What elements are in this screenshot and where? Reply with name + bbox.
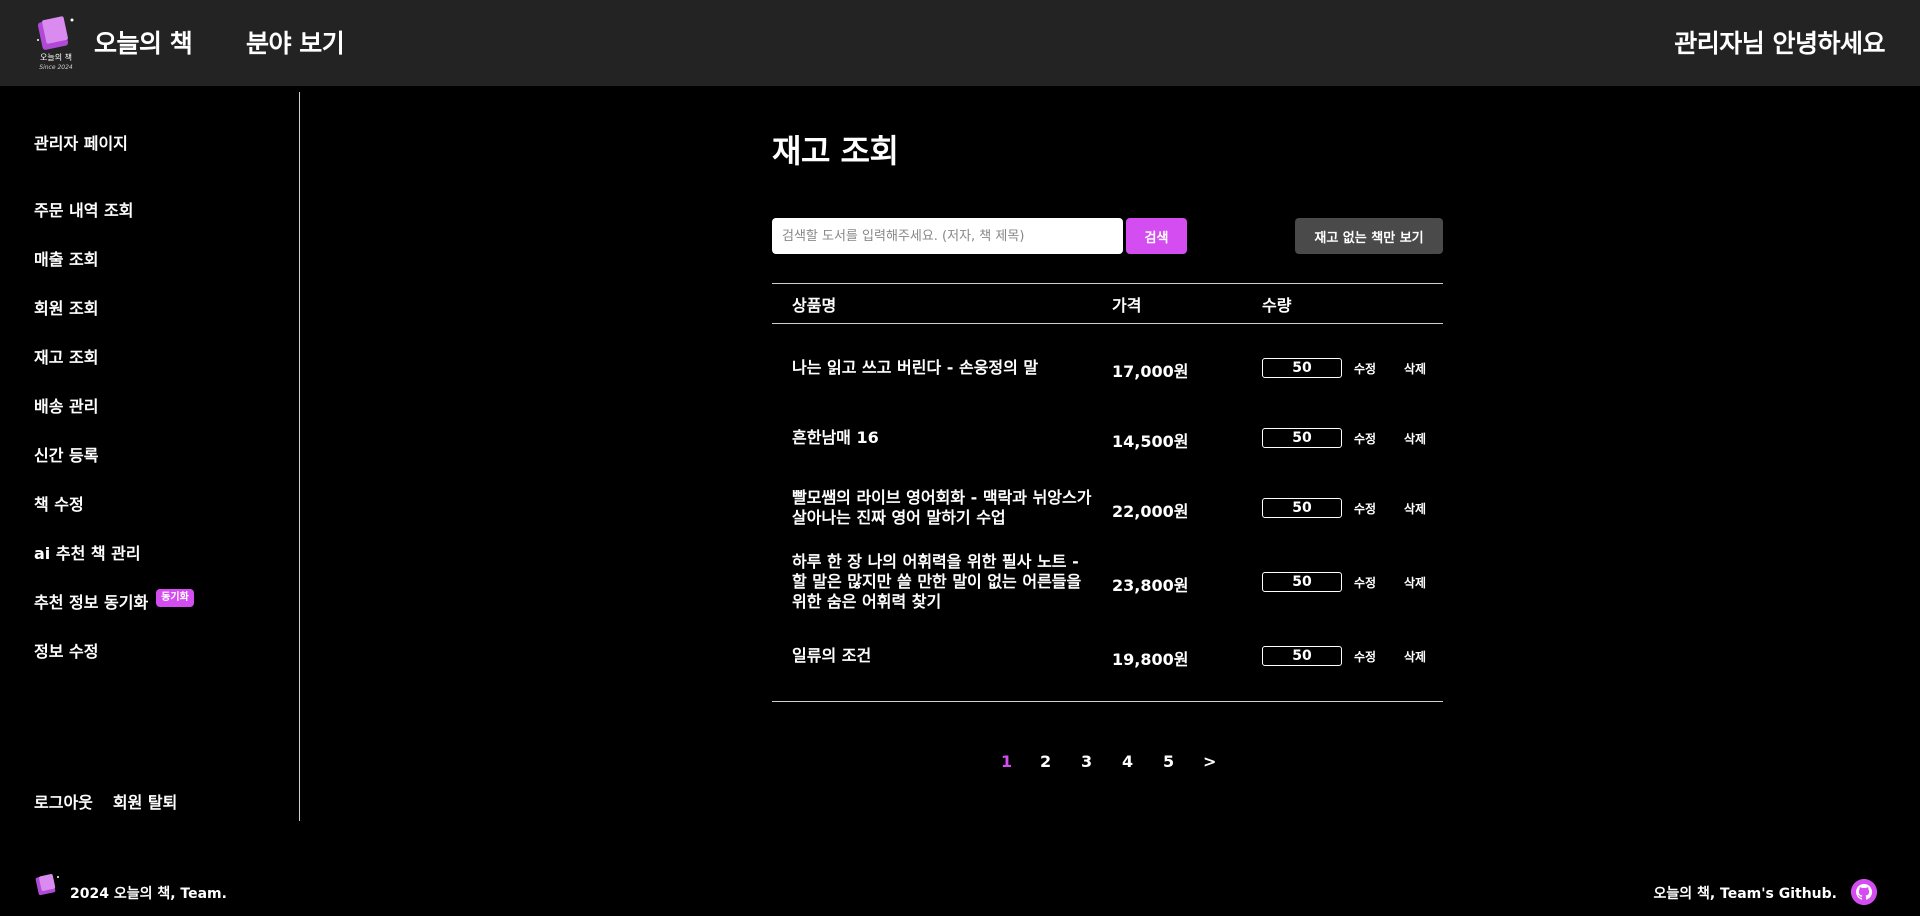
book-logo-icon [35, 874, 59, 896]
edit-button[interactable]: 수정 [1354, 500, 1376, 517]
footer-copyright: 2024 오늘의 책, Team. [70, 886, 227, 902]
book-title: 일류의 조건 [792, 646, 872, 665]
delete-button[interactable]: 삭제 [1404, 648, 1426, 665]
footer-github-link[interactable]: 오늘의 책, Team's Github. [1653, 883, 1837, 903]
table-row: 나는 읽고 쓰고 버린다 - 손웅정의 말 17,000원 수정 삭제 [772, 358, 1443, 382]
book-price: 14,500원 [1112, 432, 1189, 451]
edit-button[interactable]: 수정 [1354, 360, 1376, 377]
sidebar-item-edit-book[interactable]: 책 수정 [34, 491, 194, 540]
sidebar-bottom-links: 로그아웃 회원 탈퇴 [34, 789, 177, 813]
sidebar-item-label[interactable]: 정보 수정 [34, 638, 98, 662]
page-button-2[interactable]: 2 [1040, 752, 1051, 771]
sidebar-item-members[interactable]: 회원 조회 [34, 295, 194, 344]
edit-button[interactable]: 수정 [1354, 574, 1376, 591]
book-title: 나는 읽고 쓰고 버린다 - 손웅정의 말 [792, 358, 1039, 377]
book-title: 하루 한 장 나의 어휘력을 위한 필사 노트 - 할 말은 많지만 쓸 만한 … [792, 552, 1082, 611]
sidebar-item-label[interactable]: ai 추천 책 관리 [34, 540, 141, 564]
quantity-input[interactable] [1262, 498, 1342, 518]
book-price: 23,800원 [1112, 576, 1189, 595]
sidebar-item-label[interactable]: 회원 조회 [34, 295, 98, 319]
sidebar: 관리자 페이지 주문 내역 조회 매출 조회 회원 조회 재고 조회 배송 관리… [0, 92, 300, 821]
table-row: 일류의 조건 19,800원 수정 삭제 [772, 646, 1443, 670]
table-header-divider [772, 323, 1443, 324]
nav-genre-link[interactable]: 분야 보기 [246, 24, 345, 60]
quantity-input[interactable] [1262, 428, 1342, 448]
sidebar-item-label[interactable]: 신간 등록 [34, 442, 98, 466]
book-price: 19,800원 [1112, 650, 1189, 669]
search-button[interactable]: 검색 [1126, 218, 1187, 254]
column-header-title: 상품명 [792, 296, 837, 315]
sidebar-item-label[interactable]: 배송 관리 [34, 393, 98, 417]
table-row: 빨모쌤의 라이브 영어회화 - 맥락과 뉘앙스가 살아나는 진짜 영어 말하기 … [772, 488, 1443, 528]
sidebar-item-orders[interactable]: 주문 내역 조회 [34, 197, 194, 246]
search-input[interactable] [772, 218, 1123, 254]
page-button-5[interactable]: 5 [1163, 752, 1174, 771]
sidebar-item-delivery[interactable]: 배송 관리 [34, 393, 194, 442]
book-title: 빨모쌤의 라이브 영어회화 - 맥락과 뉘앙스가 살아나는 진짜 영어 말하기 … [792, 488, 1092, 527]
delete-button[interactable]: 삭제 [1404, 574, 1426, 591]
table-row: 흔한남매 16 14,500원 수정 삭제 [772, 428, 1443, 452]
svg-text:Since 2024: Since 2024 [39, 64, 73, 71]
sidebar-item-label[interactable]: 매출 조회 [34, 246, 98, 270]
edit-button[interactable]: 수정 [1354, 430, 1376, 447]
github-icon[interactable] [1851, 879, 1877, 905]
logout-link[interactable]: 로그아웃 [34, 789, 93, 813]
book-price: 22,000원 [1112, 502, 1189, 521]
sidebar-item-new-book[interactable]: 신간 등록 [34, 442, 194, 491]
brand-title[interactable]: 오늘의 책 [94, 24, 193, 60]
withdraw-link[interactable]: 회원 탈퇴 [113, 789, 177, 813]
sidebar-item-inventory[interactable]: 재고 조회 [34, 344, 194, 393]
quantity-input[interactable] [1262, 358, 1342, 378]
sidebar-item-label[interactable]: 추천 정보 동기화 [34, 589, 148, 613]
page-button-1[interactable]: 1 [1001, 752, 1012, 771]
table-top-divider [772, 283, 1443, 284]
sidebar-title: 관리자 페이지 [34, 134, 128, 153]
column-header-price: 가격 [1112, 296, 1142, 315]
page-button-4[interactable]: 4 [1122, 752, 1133, 771]
next-page-button[interactable]: > [1203, 752, 1216, 771]
column-header-qty: 수량 [1262, 296, 1292, 315]
delete-button[interactable]: 삭제 [1404, 430, 1426, 447]
delete-button[interactable]: 삭제 [1404, 500, 1426, 517]
sidebar-item-sync[interactable]: 추천 정보 동기화 동기화 [34, 589, 194, 638]
page-title: 재고 조회 [772, 132, 899, 170]
book-price: 17,000원 [1112, 362, 1189, 381]
sidebar-item-profile[interactable]: 정보 수정 [34, 638, 194, 687]
sidebar-item-sales[interactable]: 매출 조회 [34, 246, 194, 295]
quantity-input[interactable] [1262, 646, 1342, 666]
svg-text:오늘의 책: 오늘의 책 [40, 52, 72, 62]
greeting-text: 관리자님 안녕하세요 [1674, 29, 1885, 58]
top-header: 오늘의 책 Since 2024 오늘의 책 분야 보기 관리자님 안녕하세요 [0, 0, 1920, 86]
table-row: 하루 한 장 나의 어휘력을 위한 필사 노트 - 할 말은 많지만 쓸 만한 … [772, 552, 1443, 612]
sidebar-item-label[interactable]: 주문 내역 조회 [34, 197, 133, 221]
edit-button[interactable]: 수정 [1354, 648, 1376, 665]
delete-button[interactable]: 삭제 [1404, 360, 1426, 377]
page-button-3[interactable]: 3 [1081, 752, 1092, 771]
sidebar-item-label[interactable]: 책 수정 [34, 491, 84, 515]
sidebar-menu: 주문 내역 조회 매출 조회 회원 조회 재고 조회 배송 관리 신간 등록 책… [34, 197, 194, 687]
quantity-input[interactable] [1262, 572, 1342, 592]
book-title: 흔한남매 16 [792, 428, 879, 447]
book-logo-icon[interactable]: 오늘의 책 Since 2024 [32, 12, 80, 72]
table-bottom-divider [772, 701, 1443, 702]
sidebar-item-label[interactable]: 재고 조회 [34, 344, 98, 368]
out-of-stock-filter-button[interactable]: 재고 없는 책만 보기 [1295, 218, 1443, 254]
sync-badge[interactable]: 동기화 [156, 589, 194, 607]
sidebar-item-ai-recommend[interactable]: ai 추천 책 관리 [34, 540, 194, 589]
